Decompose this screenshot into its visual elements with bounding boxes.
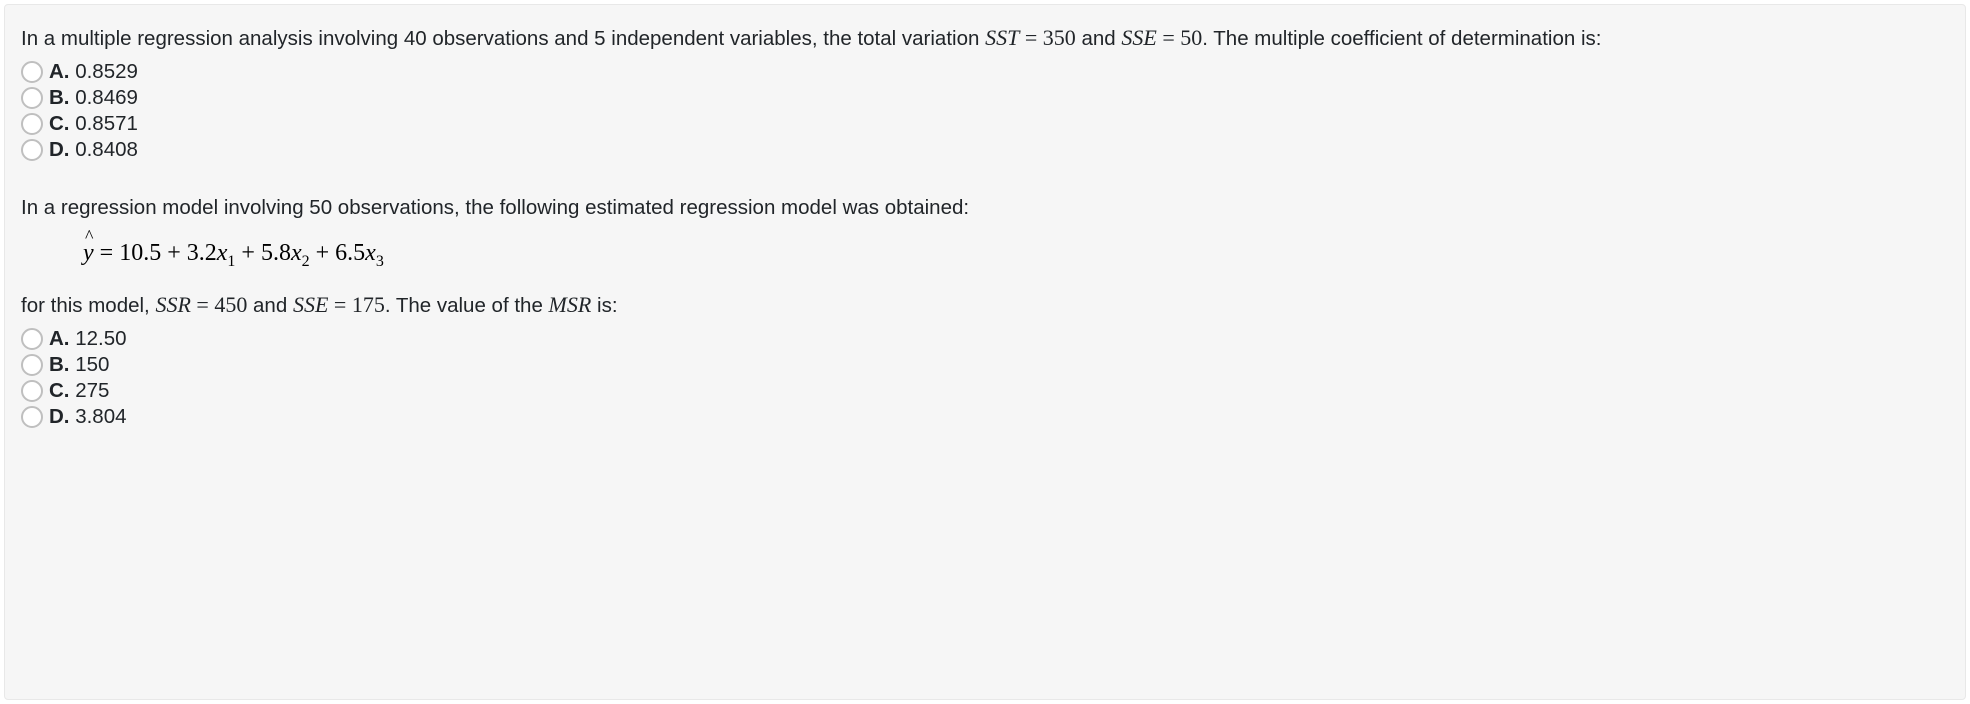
choice-label: B. 150 bbox=[49, 353, 109, 377]
question-1-text: In a multiple regression analysis involv… bbox=[21, 19, 1949, 57]
radio-icon[interactable] bbox=[21, 328, 43, 350]
question-2-choices: A. 12.50 B. 150 C. 275 D. 3.804 bbox=[21, 326, 1949, 430]
question-2-text-1: In a regression model involving 50 obser… bbox=[21, 191, 1949, 226]
q1-eq1-lhs: SST bbox=[985, 25, 1019, 50]
q1-eq2-mid: = bbox=[1157, 25, 1180, 50]
question-2-text-2: for this model, SSR = 450 and SSE = 175.… bbox=[21, 286, 1949, 324]
radio-icon[interactable] bbox=[21, 61, 43, 83]
q1-text-mid1: and bbox=[1076, 27, 1122, 50]
q2-text2-pre: for this model, bbox=[21, 294, 155, 317]
radio-icon[interactable] bbox=[21, 139, 43, 161]
choice-label: C. 275 bbox=[49, 379, 109, 403]
q1-choice-c[interactable]: C. 0.8571 bbox=[21, 111, 1949, 137]
q2-text1: In a regression model involving 50 obser… bbox=[21, 196, 969, 219]
choice-label: D. 3.804 bbox=[49, 405, 127, 429]
choice-label: C. 0.8571 bbox=[49, 112, 138, 136]
q2-choice-c[interactable]: C. 275 bbox=[21, 378, 1949, 404]
q1-choice-a[interactable]: A. 0.8529 bbox=[21, 59, 1949, 85]
q2-text2-post: is: bbox=[591, 294, 617, 317]
q1-eq1-mid: = bbox=[1019, 25, 1042, 50]
radio-icon[interactable] bbox=[21, 380, 43, 402]
q2-text2-mid2: . The value of the bbox=[385, 294, 549, 317]
choice-label: A. 0.8529 bbox=[49, 60, 138, 84]
y-hat: y bbox=[83, 240, 94, 266]
quiz-panel: In a multiple regression analysis involv… bbox=[4, 4, 1966, 700]
choice-label: D. 0.8408 bbox=[49, 138, 138, 162]
q2-choice-b[interactable]: B. 150 bbox=[21, 352, 1949, 378]
choice-label: A. 12.50 bbox=[49, 327, 127, 351]
q2-eq1-rhs: 450 bbox=[214, 292, 247, 317]
radio-icon[interactable] bbox=[21, 113, 43, 135]
question-2-block: In a regression model involving 50 obser… bbox=[21, 191, 1949, 430]
q2-eq1-lhs: SSR bbox=[155, 292, 190, 317]
radio-icon[interactable] bbox=[21, 87, 43, 109]
q2-choice-a[interactable]: A. 12.50 bbox=[21, 326, 1949, 352]
q2-eq2-rhs: 175 bbox=[352, 292, 385, 317]
choice-label: B. 0.8469 bbox=[49, 86, 138, 110]
q2-choice-d[interactable]: D. 3.804 bbox=[21, 404, 1949, 430]
q2-eq3: MSR bbox=[549, 292, 592, 317]
radio-icon[interactable] bbox=[21, 354, 43, 376]
question-1-choices: A. 0.8529 B. 0.8469 C. 0.8571 D. 0.8408 bbox=[21, 59, 1949, 163]
q1-text-post: . The multiple coefficient of determinat… bbox=[1202, 27, 1601, 50]
q2-text2-mid1: and bbox=[247, 294, 293, 317]
q1-choice-b[interactable]: B. 0.8469 bbox=[21, 85, 1949, 111]
radio-icon[interactable] bbox=[21, 406, 43, 428]
q1-choice-d[interactable]: D. 0.8408 bbox=[21, 137, 1949, 163]
q1-eq2-lhs: SSE bbox=[1121, 25, 1156, 50]
q2-eq1-mid: = bbox=[191, 292, 214, 317]
q1-eq1-rhs: 350 bbox=[1043, 25, 1076, 50]
q1-text-pre: In a multiple regression analysis involv… bbox=[21, 27, 985, 50]
q1-eq2-rhs: 50 bbox=[1180, 25, 1202, 50]
q2-eq2-lhs: SSE bbox=[293, 292, 328, 317]
q2-eq2-mid: = bbox=[328, 292, 351, 317]
question-2-equation: y = 10.5 + 3.2x1 + 5.8x2 + 6.5x3 bbox=[21, 228, 1949, 287]
